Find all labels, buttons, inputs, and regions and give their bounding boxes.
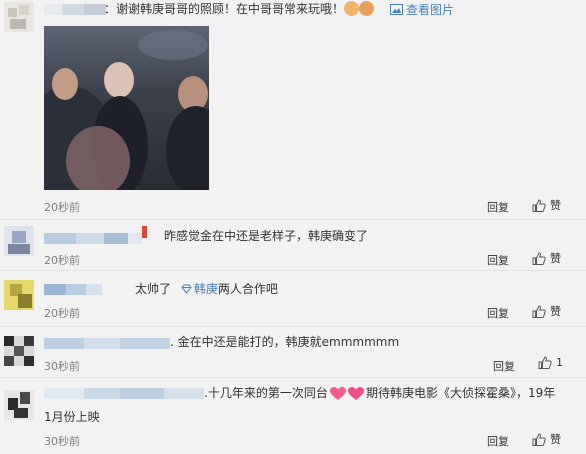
- like-count: 1: [556, 356, 563, 369]
- thumbs-up-icon: [532, 433, 546, 446]
- timestamp: 20秒前: [44, 201, 80, 214]
- comment-text: . 金在中还是能打的，韩庚就emmmmmm: [170, 335, 400, 349]
- username-blurred[interactable]: [44, 4, 106, 15]
- avatar[interactable]: [4, 226, 34, 256]
- reply-button[interactable]: 回复: [487, 305, 509, 321]
- view-picture-link[interactable]: 查看图片: [390, 1, 454, 18]
- thumbs-up-icon: [538, 356, 552, 369]
- badge: [142, 226, 147, 238]
- avatar[interactable]: [4, 280, 34, 310]
- timestamp: 30秒前: [44, 360, 80, 373]
- comment-text: 太帅了 韩庚两人合作吧: [135, 282, 278, 296]
- comment-4: . 金在中还是能打的，韩庚就emmmmmm 30秒前 回复 1: [0, 327, 586, 377]
- comment-text: 昨感觉金在中还是老样子，韩庚确变了: [164, 229, 369, 243]
- comment-text-line2: 1月份上映: [44, 410, 100, 424]
- username-blurred[interactable]: [44, 284, 102, 295]
- emoji-icon: [359, 1, 374, 16]
- mention-link[interactable]: 韩庚: [194, 282, 218, 296]
- diamond-icon: [181, 284, 192, 294]
- comment-text: .十几年来的第一次同台: [204, 386, 328, 400]
- thumbs-up-icon: [532, 305, 546, 318]
- comment-text: ：谢谢韩庚哥哥的照顾！在中哥哥常来玩哦！: [104, 2, 345, 16]
- username-blurred[interactable]: [44, 233, 142, 244]
- like-button[interactable]: 赞: [532, 250, 561, 266]
- username-blurred[interactable]: [44, 388, 204, 399]
- like-button[interactable]: 1: [538, 356, 563, 369]
- like-button[interactable]: 赞: [532, 197, 561, 213]
- thumbs-up-icon: [532, 199, 546, 212]
- comment-text-continued: 期待韩庚电影《大侦探霍桑》，19年: [366, 386, 556, 400]
- comment-1: ：谢谢韩庚哥哥的照顾！在中哥哥常来玩哦！ 查看图片 20秒前 回复 赞: [0, 0, 586, 218]
- timestamp: 20秒前: [44, 307, 80, 320]
- timestamp: 20秒前: [44, 254, 80, 267]
- avatar[interactable]: [4, 336, 34, 366]
- username-blurred[interactable]: [44, 338, 170, 349]
- thumbs-up-icon: [532, 252, 546, 265]
- comment-3: 太帅了 韩庚两人合作吧 20秒前 回复 赞: [0, 271, 586, 326]
- avatar[interactable]: [4, 2, 34, 32]
- reply-button[interactable]: 回复: [493, 358, 515, 374]
- comment-5: .十几年来的第一次同台 期待韩庚电影《大侦探霍桑》，19年 1月份上映 30秒前…: [0, 378, 586, 454]
- timestamp: 30秒前: [44, 435, 80, 448]
- like-button[interactable]: 赞: [532, 431, 561, 447]
- heart-icon: [330, 387, 346, 400]
- reply-button[interactable]: 回复: [487, 199, 509, 215]
- avatar[interactable]: [4, 390, 34, 420]
- emoji-icon: [344, 1, 359, 16]
- comment-2: 昨感觉金在中还是老样子，韩庚确变了 20秒前 回复 赞: [0, 220, 586, 270]
- reply-button[interactable]: 回复: [487, 433, 509, 449]
- heart-icon: [348, 387, 364, 400]
- attached-photo[interactable]: [44, 26, 209, 190]
- like-button[interactable]: 赞: [532, 303, 561, 319]
- image-icon: [390, 4, 403, 15]
- reply-button[interactable]: 回复: [487, 252, 509, 268]
